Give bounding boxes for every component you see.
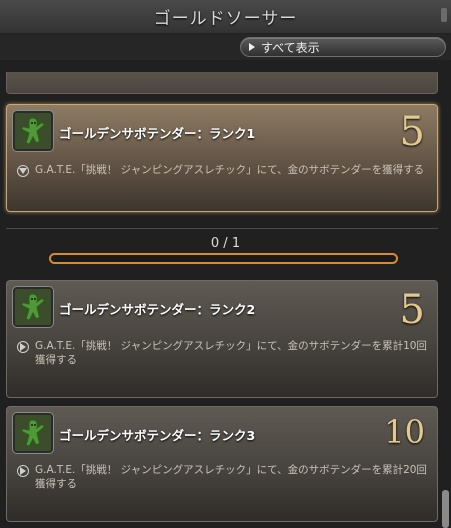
divider: [6, 228, 438, 229]
play-triangle-icon[interactable]: [17, 341, 29, 353]
achievement-name: ゴールデンサボテンダー：ランク3: [59, 428, 256, 443]
achievement-points: 10: [384, 413, 425, 451]
achievement-description: G.A.T.E.「挑戦！ ジャンピングアスレチック」にて、金のサボテンダーを累計…: [35, 464, 427, 490]
chevron-down-icon[interactable]: [17, 165, 29, 177]
window-title: ゴールドソーサー: [153, 9, 298, 29]
play-triangle-icon: [249, 43, 255, 51]
achievement-points: 5: [399, 109, 425, 155]
play-triangle-icon[interactable]: [17, 465, 29, 477]
achievement-card-rank2[interactable]: ゴールデンサボテンダー：ランク2 5 G.A.T.E.「挑戦！ ジャンピングアス…: [6, 280, 438, 398]
show-all-button[interactable]: すべて表示: [240, 37, 446, 57]
cactuar-icon: [13, 287, 53, 327]
show-all-label: すべて表示: [261, 40, 320, 55]
progress-text: 0 / 1: [210, 236, 241, 251]
achievement-name: ゴールデンサボテンダー：ランク1: [59, 126, 256, 141]
title-bar: ゴールドソーサー: [0, 0, 451, 34]
previous-achievement-entry[interactable]: [6, 72, 438, 94]
progress-bar: [49, 253, 398, 264]
achievement-description: G.A.T.E.「挑戦！ ジャンピングアスレチック」にて、金のサボテンダーを累計…: [35, 340, 427, 366]
achievement-name: ゴールデンサボテンダー：ランク2: [59, 302, 256, 317]
achievement-card-rank3[interactable]: ゴールデンサボテンダー：ランク3 10 G.A.T.E.「挑戦！ ジャンピングア…: [6, 406, 438, 522]
achievement-points: 5: [399, 287, 425, 333]
cactuar-icon: [13, 111, 53, 151]
achievement-description: G.A.T.E.「挑戦！ ジャンピングアスレチック」にて、金のサボテンダーを獲得…: [35, 164, 425, 176]
scrollbar-thumb[interactable]: [442, 490, 449, 528]
achievement-progress: 0 / 1: [0, 228, 451, 276]
cactuar-icon: [13, 413, 53, 453]
achievement-card-rank1[interactable]: ゴールデンサボテンダー：ランク1 5 G.A.T.E.「挑戦！ ジャンピングアス…: [6, 104, 438, 212]
title-edge-decoration: [441, 8, 447, 22]
